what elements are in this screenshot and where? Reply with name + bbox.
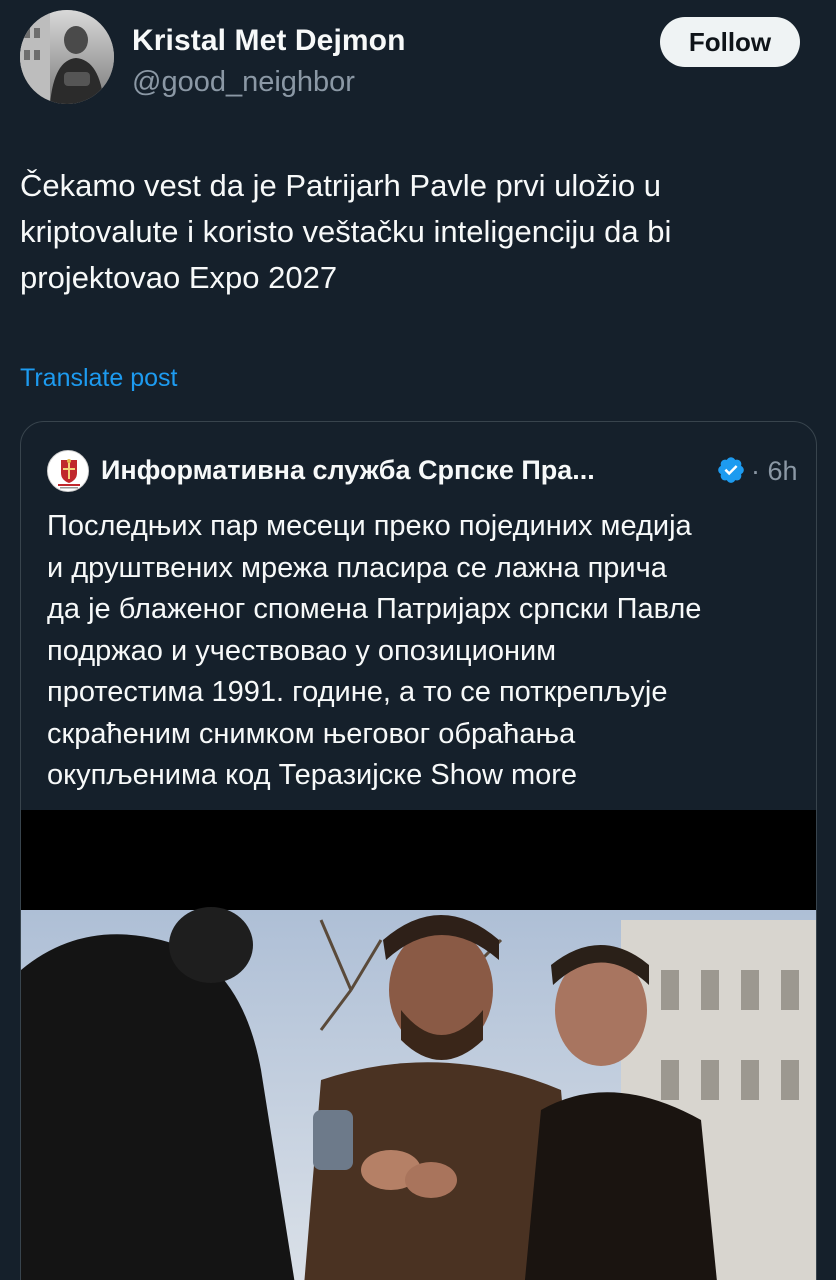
quoted-author-name[interactable]: Информативна служба Српске Пра... — [101, 455, 595, 486]
video-player[interactable] — [21, 810, 816, 1280]
author-name[interactable]: Kristal Met Dejmon — [132, 24, 406, 58]
quoted-text-line: и друштвених мрежа пласира се лажна прич… — [47, 551, 667, 584]
post-text: Čekamo vest da je Patrijarh Pavle prvi u… — [20, 163, 810, 301]
quoted-tweet-card[interactable]: Информативна служба Српске Пра... · 6h П… — [20, 421, 817, 1280]
quoted-tweet-header: Информативна служба Српске Пра... · 6h — [47, 450, 807, 492]
tweet-header: Kristal Met Dejmon @good_neighbor Follow — [20, 10, 816, 106]
tweet-page: Kristal Met Dejmon @good_neighbor Follow… — [0, 0, 836, 1280]
show-more-link[interactable]: Show more — [430, 759, 577, 791]
verified-badge-icon — [716, 455, 746, 485]
follow-button[interactable]: Follow — [660, 17, 800, 67]
post-text-line: Čekamo vest da je Patrijarh Pavle prvi u… — [20, 168, 661, 203]
quoted-text-line-last: окупљенима код Теразијске Show more — [47, 755, 807, 797]
quoted-text-line: окупљенима код Теразијске — [47, 759, 423, 791]
quoted-text-line: скраћеним снимком његовог обраћања — [47, 717, 576, 750]
post-text-line: projektovao Expo 2027 — [20, 260, 338, 295]
avatar[interactable] — [20, 10, 114, 104]
quoted-tweet-text: Последњих пар месеци преко појединих мед… — [47, 506, 807, 797]
post-text-line: kriptovalute i koristo veštačku intelige… — [20, 214, 672, 249]
quoted-timestamp[interactable]: · 6h — [751, 456, 798, 487]
quoted-text-line: подржао и учествовао у опозиционим — [47, 634, 557, 667]
quoted-text-line: протестима 1991. године, а то се поткреп… — [47, 676, 668, 708]
quoted-text-line: Последњих пар месеци преко појединих мед… — [47, 510, 692, 542]
quoted-text-line: да је блаженог спомена Патријарх српски … — [47, 593, 702, 625]
quoted-avatar[interactable] — [47, 450, 89, 492]
author-handle[interactable]: @good_neighbor — [132, 66, 355, 99]
translate-post-link[interactable]: Translate post — [20, 364, 177, 393]
